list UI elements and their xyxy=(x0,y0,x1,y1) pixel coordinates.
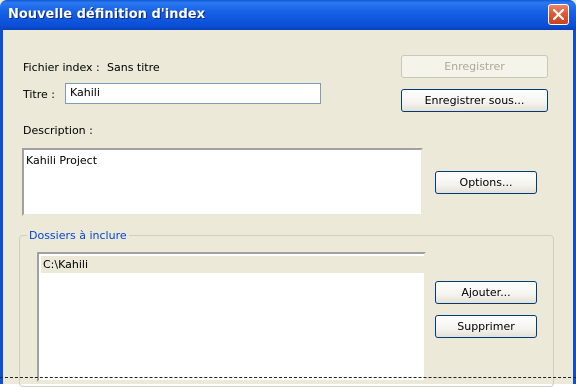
folders-group-legend: Dossiers à inclure xyxy=(27,229,129,242)
description-label: Description : xyxy=(23,124,93,137)
dialog-window: Nouvelle définition d'index Fichier inde… xyxy=(0,0,576,387)
title-bar[interactable]: Nouvelle définition d'index xyxy=(0,0,576,30)
index-file-label: Fichier index : xyxy=(23,61,100,74)
options-button[interactable]: Options... xyxy=(435,171,537,194)
save-button[interactable]: Enregistrer xyxy=(401,55,548,78)
description-textarea[interactable]: Kahili Project xyxy=(22,148,423,216)
add-folder-button[interactable]: Ajouter... xyxy=(435,281,537,304)
list-item[interactable]: C:\Kahili xyxy=(41,256,424,273)
index-file-value: Sans titre xyxy=(107,61,160,74)
close-button[interactable] xyxy=(548,4,569,25)
window-title: Nouvelle définition d'index xyxy=(8,7,205,22)
close-x-icon xyxy=(553,9,564,20)
remove-folder-button[interactable]: Supprimer xyxy=(435,315,537,338)
crop-edge-divider xyxy=(0,377,576,378)
save-as-button[interactable]: Enregistrer sous... xyxy=(401,89,548,112)
title-label: Titre : xyxy=(23,88,56,101)
dialog-content: Fichier index : Sans titre Titre : Kahil… xyxy=(3,30,573,387)
folders-list[interactable]: C:\Kahili xyxy=(37,252,426,382)
title-input[interactable]: Kahili xyxy=(65,83,321,104)
